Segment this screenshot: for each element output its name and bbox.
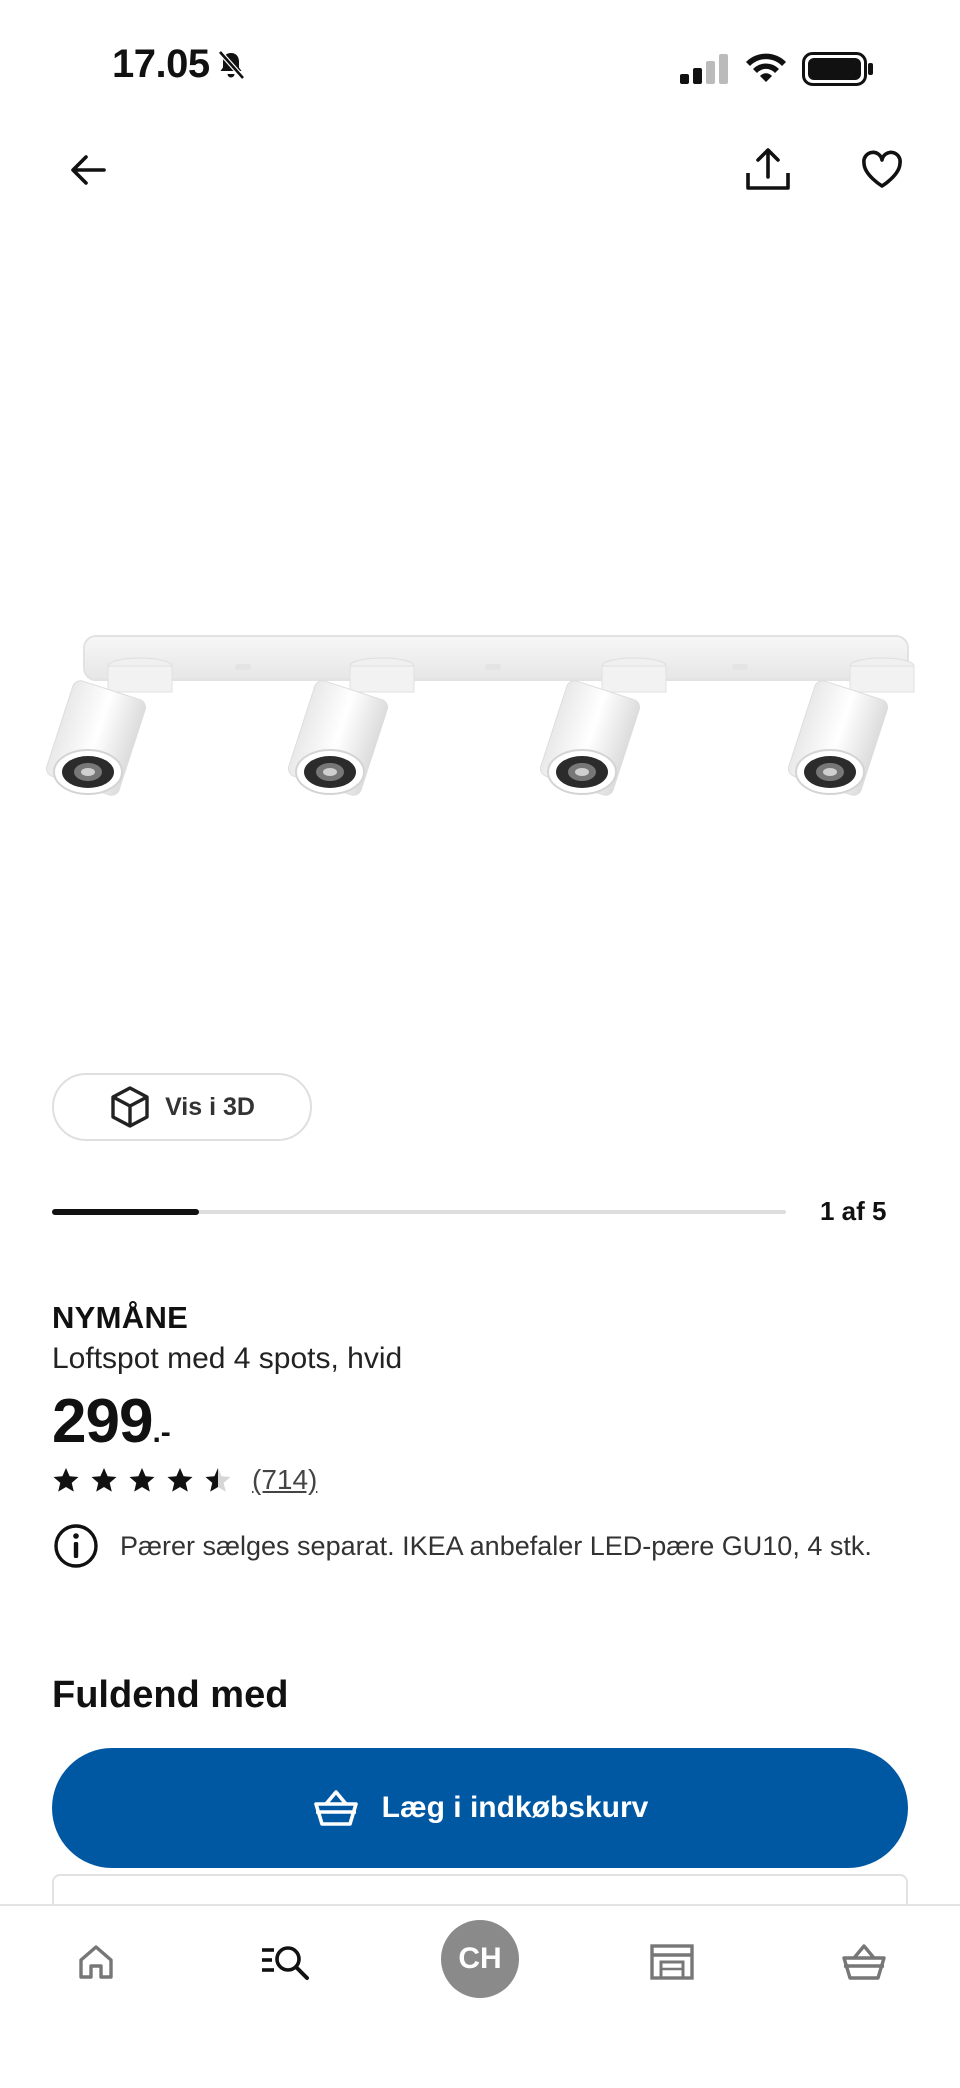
info-icon [54,1524,98,1568]
rating[interactable]: (714) [52,1464,317,1496]
rating-stars [52,1467,232,1494]
share-icon [746,148,790,190]
heart-icon [862,150,902,188]
info-notice: Pærer sælges separat. IKEA anbefaler LED… [52,1522,872,1570]
view-3d-button[interactable]: Vis i 3D [52,1073,312,1141]
battery-icon [802,52,874,91]
search-icon [262,1946,309,1980]
add-to-cart-button[interactable]: Læg i indkøbskurv [52,1748,908,1868]
back-button[interactable] [56,138,120,202]
price-suffix: .- [152,1416,171,1449]
cube-icon [111,1086,149,1128]
star-icon [91,1467,117,1492]
clock: 17.05 [112,42,210,86]
add-to-cart-label: Læg i indkøbskurv [381,1791,649,1824]
info-text: Pærer sælges separat. IKEA anbefaler LED… [120,1530,872,1561]
product-brand: NYMÅNE [52,1300,189,1335]
product-image[interactable] [40,600,920,830]
favorite-button[interactable] [850,138,914,202]
star-icon [53,1467,79,1492]
basket-icon [313,1790,358,1826]
price-integer: 299 [52,1387,153,1456]
star-icon [205,1467,231,1492]
tab-search[interactable] [246,1922,326,2002]
view-3d-label: Vis i 3D [165,1092,255,1121]
home-icon [79,1945,113,1979]
status-time: 17.05 [112,42,246,87]
star-icon [129,1467,155,1492]
tab-cart[interactable] [824,1922,904,2002]
tab-profile-avatar[interactable]: CH [441,1920,519,1998]
product-price: 299 .- [52,1386,171,1457]
signal-icon [680,54,730,89]
tab-stores[interactable] [632,1922,712,2002]
tab-home[interactable] [56,1922,136,2002]
review-count-link[interactable]: (714) [252,1464,317,1496]
share-button[interactable] [736,138,800,202]
arrow-left-icon [71,155,106,185]
product-description: Loftspot med 4 spots, hvid [52,1342,403,1375]
gallery-pager: 1 af 5 [820,1196,887,1226]
store-icon [650,1944,694,1980]
wifi-icon [744,50,788,89]
basket-icon [842,1944,886,1980]
star-icon [167,1467,193,1492]
bell-muted-icon [217,49,245,80]
section-title: Fuldend med [52,1674,289,1716]
gallery-progress-fill [52,1209,199,1215]
